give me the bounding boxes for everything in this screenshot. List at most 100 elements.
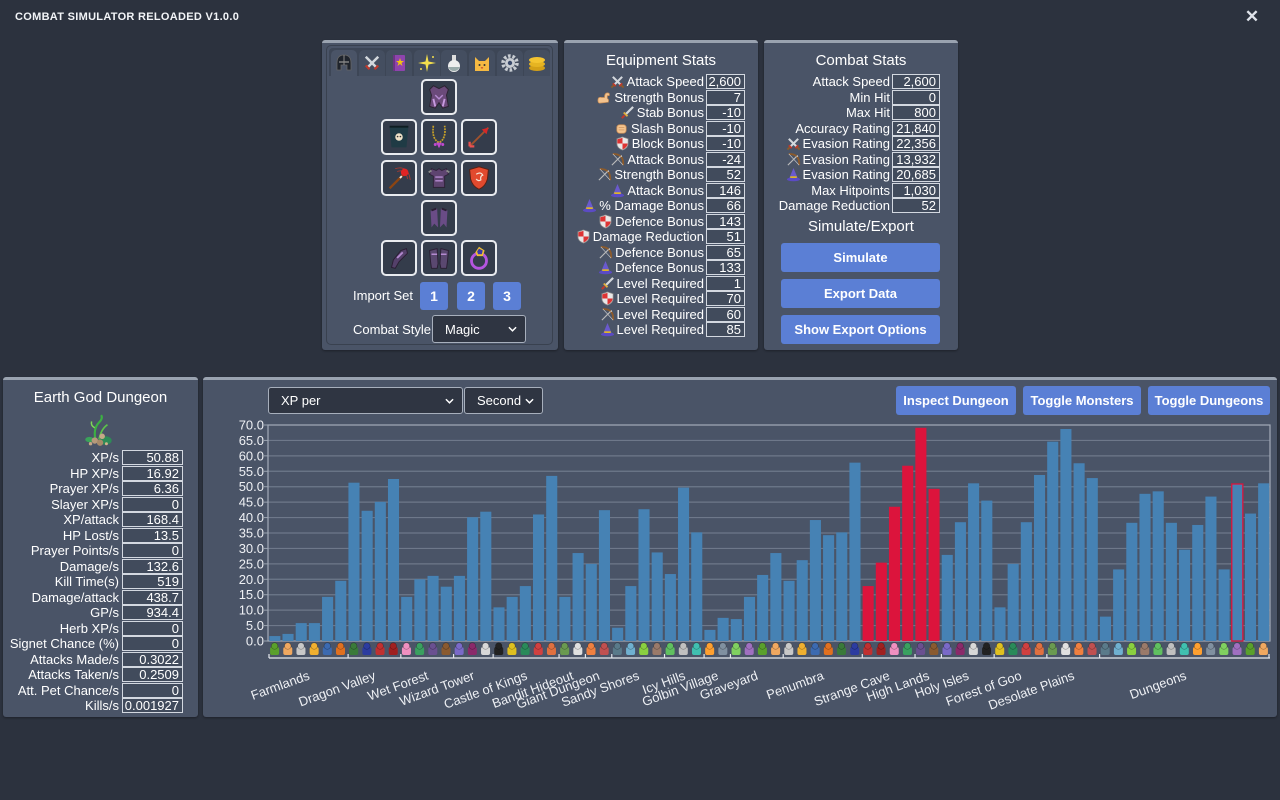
bar[interactable] bbox=[1126, 522, 1138, 641]
bar[interactable] bbox=[770, 553, 782, 641]
monster-icon[interactable] bbox=[481, 642, 491, 655]
bar[interactable] bbox=[717, 617, 729, 641]
monster-icon[interactable] bbox=[520, 642, 530, 655]
bar-highlighted[interactable] bbox=[888, 506, 901, 641]
monster-icon[interactable] bbox=[639, 642, 649, 655]
bar[interactable] bbox=[269, 636, 281, 641]
bar[interactable] bbox=[335, 580, 347, 641]
tab-equipment[interactable] bbox=[331, 50, 357, 76]
import-set-3-button[interactable]: 3 bbox=[493, 282, 521, 310]
monster-icon[interactable] bbox=[1113, 642, 1123, 655]
monster-icon[interactable] bbox=[744, 642, 754, 655]
monster-icon[interactable] bbox=[929, 642, 939, 655]
close-icon[interactable]: ✕ bbox=[1244, 8, 1260, 26]
bar[interactable] bbox=[968, 483, 980, 641]
monster-icon[interactable] bbox=[678, 642, 688, 655]
bar[interactable] bbox=[1165, 522, 1177, 641]
bar[interactable] bbox=[308, 623, 320, 641]
tab-spellbook[interactable] bbox=[386, 50, 413, 76]
monster-icon[interactable] bbox=[1127, 642, 1137, 655]
monster-icon[interactable] bbox=[1192, 642, 1202, 655]
monster-icon[interactable] bbox=[968, 642, 978, 655]
monster-icon[interactable] bbox=[270, 642, 280, 655]
bar-highlighted[interactable] bbox=[928, 488, 940, 641]
monster-icon[interactable] bbox=[1034, 642, 1044, 655]
monster-icon[interactable] bbox=[546, 642, 556, 655]
bar[interactable] bbox=[994, 607, 1006, 641]
bar[interactable] bbox=[467, 517, 479, 641]
bar[interactable] bbox=[1034, 474, 1046, 641]
monster-icon[interactable] bbox=[322, 642, 332, 655]
monster-icon[interactable] bbox=[955, 642, 965, 655]
bar[interactable] bbox=[954, 522, 966, 641]
bar[interactable] bbox=[1020, 522, 1032, 641]
monster-icon[interactable] bbox=[705, 642, 715, 655]
tab-potions[interactable] bbox=[441, 50, 468, 76]
tab-gp[interactable] bbox=[524, 50, 551, 76]
bar[interactable] bbox=[572, 553, 584, 641]
bar[interactable] bbox=[981, 500, 993, 641]
monster-icon[interactable] bbox=[428, 642, 438, 655]
monster-icon[interactable] bbox=[1206, 642, 1216, 655]
monster-icon[interactable] bbox=[652, 642, 662, 655]
bar[interactable] bbox=[546, 475, 558, 641]
bar[interactable] bbox=[361, 510, 373, 641]
monster-icon[interactable] bbox=[441, 642, 451, 655]
monster-icon[interactable] bbox=[283, 642, 293, 655]
bar[interactable] bbox=[322, 596, 334, 641]
monster-icon[interactable] bbox=[533, 642, 543, 655]
monster-icon[interactable] bbox=[837, 642, 847, 655]
monster-icon[interactable] bbox=[902, 642, 912, 655]
export-data-button[interactable]: Export Data bbox=[781, 279, 940, 308]
bar[interactable] bbox=[1192, 524, 1204, 641]
bar[interactable] bbox=[493, 607, 505, 641]
tab-settings[interactable] bbox=[496, 50, 523, 76]
tab-combat[interactable] bbox=[358, 50, 385, 76]
monster-icon[interactable] bbox=[309, 642, 319, 655]
monster-icon[interactable] bbox=[942, 642, 952, 655]
monster-icon[interactable] bbox=[586, 642, 596, 655]
bar[interactable] bbox=[348, 482, 360, 641]
bar[interactable] bbox=[506, 596, 518, 641]
x-group-label[interactable]: Dungeons bbox=[1127, 668, 1188, 703]
bar[interactable] bbox=[282, 633, 294, 641]
monster-icon[interactable] bbox=[1008, 642, 1018, 655]
monster-icon[interactable] bbox=[415, 642, 425, 655]
bar[interactable] bbox=[1060, 429, 1072, 641]
bar[interactable] bbox=[664, 574, 676, 641]
bar[interactable] bbox=[1047, 441, 1059, 641]
bar[interactable] bbox=[1152, 491, 1164, 641]
equipment-slot-weapon[interactable] bbox=[381, 160, 417, 196]
monster-icon[interactable] bbox=[665, 642, 675, 655]
monster-icon[interactable] bbox=[1140, 642, 1150, 655]
bar-highlighted[interactable] bbox=[862, 586, 874, 641]
monster-icon[interactable] bbox=[1074, 642, 1084, 655]
monster-icon[interactable] bbox=[889, 642, 899, 655]
monster-icon[interactable] bbox=[1100, 642, 1110, 655]
monster-icon[interactable] bbox=[784, 642, 794, 655]
monster-icon[interactable] bbox=[995, 642, 1005, 655]
tab-pets[interactable] bbox=[469, 50, 495, 76]
monster-icon[interactable] bbox=[1153, 642, 1163, 655]
monster-icon[interactable] bbox=[375, 642, 385, 655]
monster-icon[interactable] bbox=[1219, 642, 1229, 655]
monster-icon[interactable] bbox=[1166, 642, 1176, 655]
bar[interactable] bbox=[1073, 463, 1085, 641]
bar[interactable] bbox=[374, 501, 386, 641]
bar[interactable] bbox=[651, 552, 663, 641]
monster-icon[interactable] bbox=[388, 642, 398, 655]
bar[interactable] bbox=[401, 596, 413, 641]
equipment-slot-ring[interactable] bbox=[461, 240, 497, 276]
bar[interactable] bbox=[796, 560, 808, 641]
monster-icon[interactable] bbox=[850, 642, 860, 655]
monster-icon[interactable] bbox=[731, 642, 741, 655]
monster-icon[interactable] bbox=[467, 642, 477, 655]
monster-icon[interactable] bbox=[560, 642, 570, 655]
monster-icon[interactable] bbox=[612, 642, 622, 655]
bar[interactable] bbox=[453, 575, 465, 641]
equipment-slot-platelegs[interactable] bbox=[421, 200, 457, 236]
monster-icon[interactable] bbox=[1087, 642, 1097, 655]
import-set-2-button[interactable]: 2 bbox=[457, 282, 485, 310]
monster-icon[interactable] bbox=[626, 642, 636, 655]
bar[interactable] bbox=[414, 579, 426, 641]
